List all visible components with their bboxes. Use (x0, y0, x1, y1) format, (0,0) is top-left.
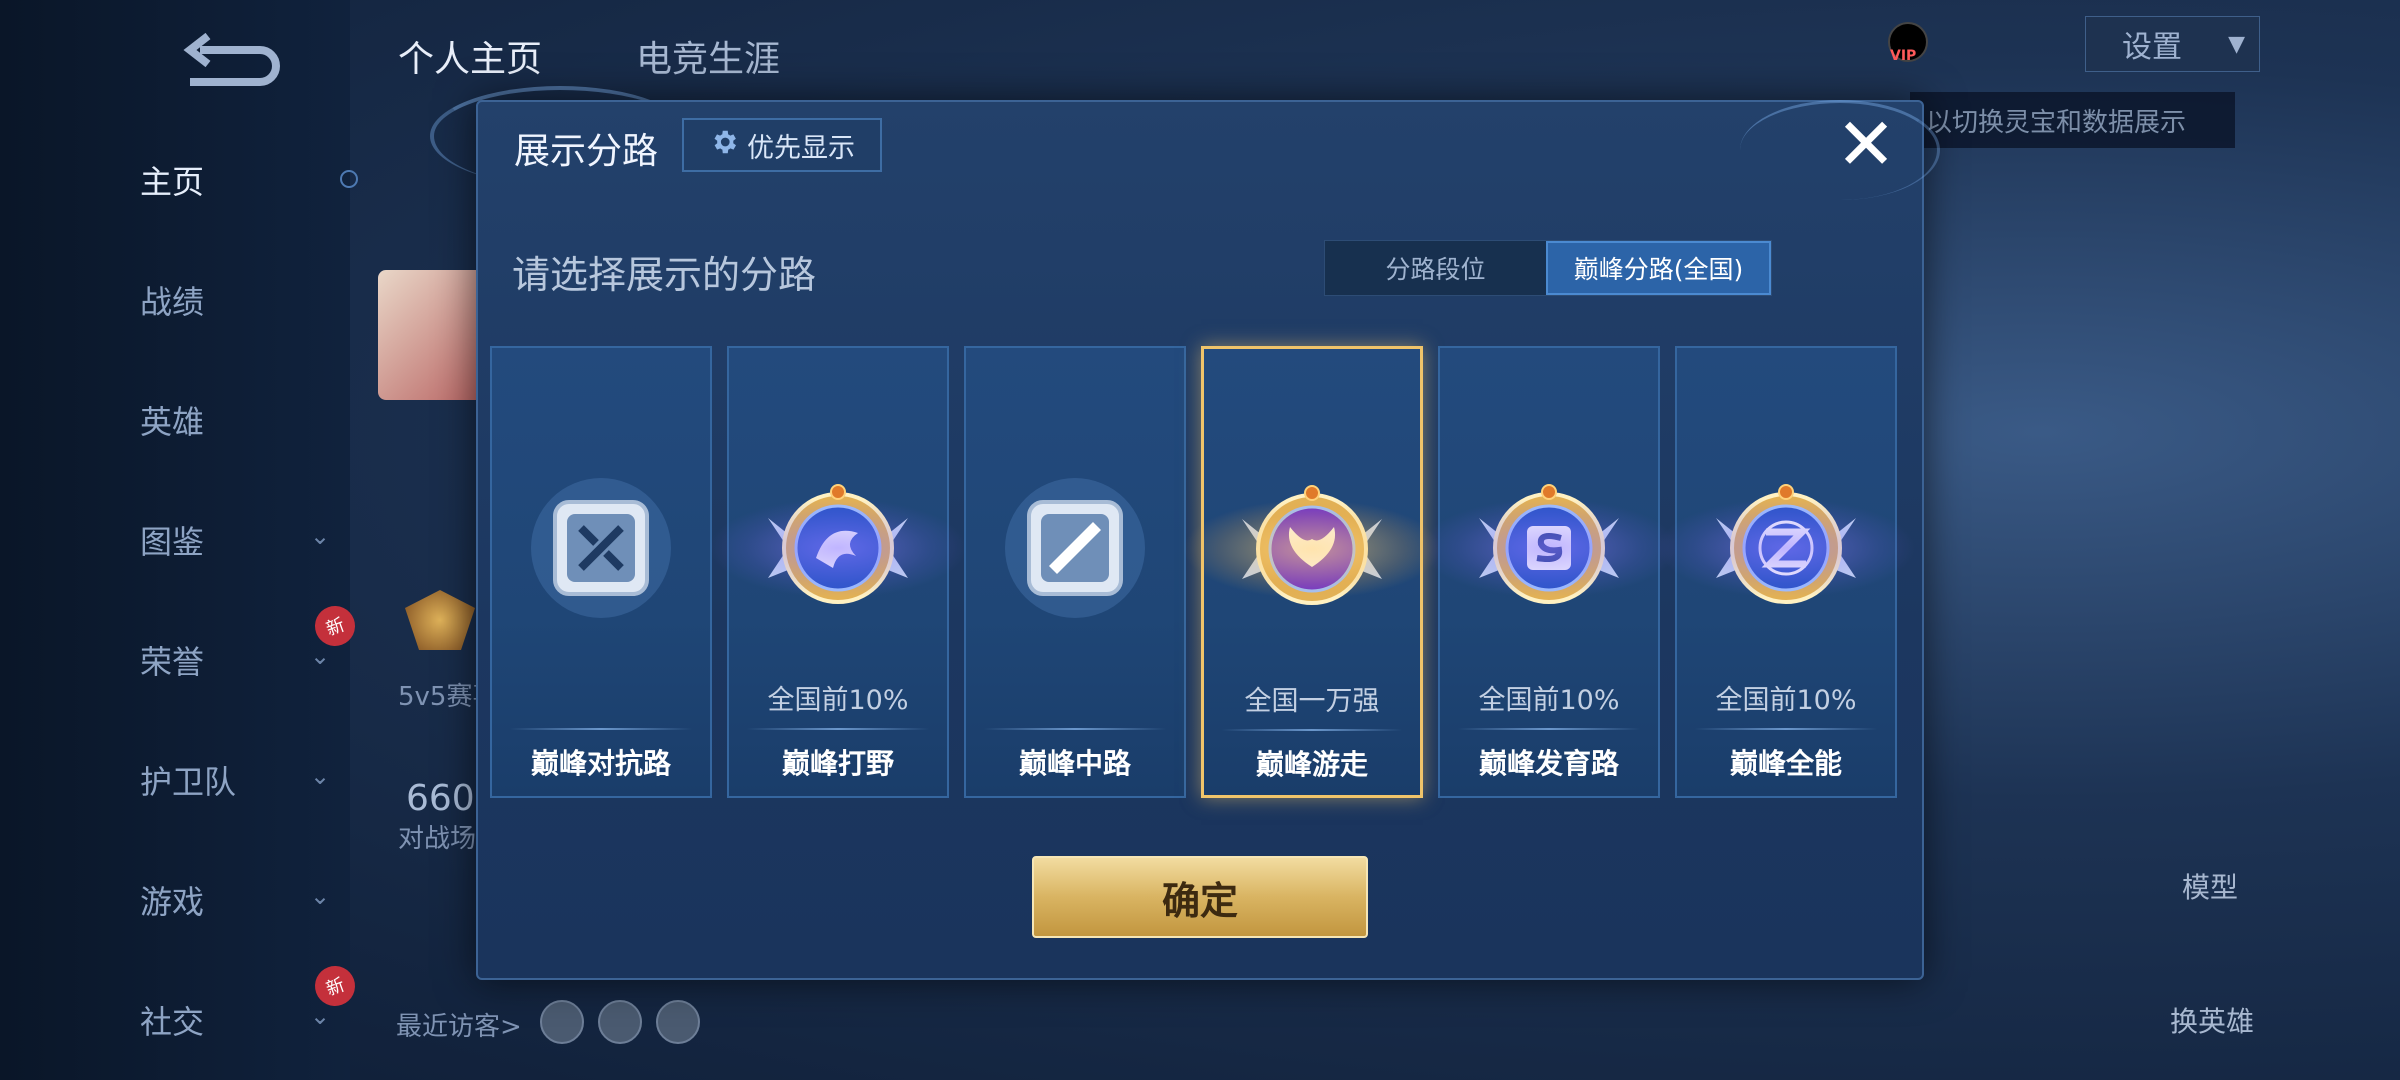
sidebar-item-label: 图鉴 (140, 523, 205, 561)
chevron-down-icon: ⌄ (310, 882, 331, 910)
season-crest-icon (405, 590, 475, 650)
vip-label: VIP (1890, 48, 1917, 64)
divider (1458, 728, 1640, 730)
sidebar-item-label: 战绩 (140, 283, 205, 321)
sidebar-item-label: 荣誉 (140, 643, 205, 681)
sidebar-item-7[interactable]: 社交 ⌄ 新 (140, 960, 361, 1050)
tab-lane-rank[interactable]: 分路段位 (1325, 241, 1546, 295)
dragon-jungle-icon (708, 468, 968, 628)
chevron-down-icon: ⌄ (310, 642, 331, 670)
gear-icon (709, 127, 739, 164)
sidebar-item-label: 护卫队 (140, 763, 237, 801)
chevron-down-icon: ⌄ (310, 1002, 331, 1030)
lane-card[interactable]: 全国一万强 巅峰游走 (1182, 346, 1442, 798)
lane-display-dialog: 展示分路 优先显示 ✕ 请选择展示的分路 分路段位 巅峰分路(全国) 巅峰对抗路… (476, 100, 1924, 980)
dialog-swirl-decoration (1740, 100, 1940, 200)
priority-display-label: 优先显示 (747, 132, 855, 164)
chevron-down-icon: ⌄ (310, 762, 331, 790)
lane-name: 巅峰全能 (1729, 747, 1842, 780)
model-button[interactable]: 模型 (2182, 866, 2238, 906)
chevron-down-icon: ⌄ (310, 522, 331, 550)
visitor-avatar[interactable] (656, 1000, 700, 1044)
sidebar-item-4[interactable]: 荣誉 ⌄ 新 (140, 600, 361, 690)
tab-personal-home[interactable]: 个人主页 (398, 30, 542, 82)
dialog-title: 展示分路 (514, 131, 659, 172)
lane-name: 巅峰中路 (1018, 747, 1131, 780)
rank-type-segmented-control: 分路段位 巅峰分路(全国) (1324, 240, 1772, 296)
sidebar-item-3[interactable]: 图鉴 ⌄ (140, 510, 340, 570)
lane-card[interactable]: 全国前10% 巅峰打野 (708, 346, 968, 798)
lane-name: 巅峰游走 (1255, 748, 1368, 781)
priority-display-button[interactable]: 优先显示 (682, 118, 882, 172)
sidebar: 主页 战绩 英雄 图鉴 ⌄ 荣誉 ⌄ 新护卫队 ⌄ 游戏 ⌄ 社交 ⌄ 新 (0, 0, 361, 1080)
badge-glow (1182, 499, 1442, 599)
sidebar-item-5[interactable]: 护卫队 ⌄ (140, 750, 340, 810)
badge-glow (1656, 498, 1916, 598)
lane-rank: 全国一万强 (1244, 686, 1380, 717)
mid-lane-slash-icon (975, 468, 1175, 628)
sword-cross-icon (501, 468, 701, 628)
lane-card[interactable]: 全国前10% 巅峰全能 (1656, 346, 1916, 798)
back-button[interactable] (180, 30, 280, 86)
lane-name: 巅峰对抗路 (530, 747, 671, 780)
sidebar-item-label: 英雄 (140, 403, 205, 441)
change-hero-button[interactable]: 换英雄 (2170, 1000, 2254, 1040)
divider (1695, 728, 1877, 730)
hint-tooltip: 以切换灵宝和数据展示 (1910, 92, 2235, 148)
lane-rank: 全国前10% (1478, 685, 1620, 716)
sidebar-item-label: 主页 (140, 163, 205, 201)
divider (747, 728, 929, 730)
wings-support-icon (1182, 469, 1442, 629)
sidebar-item-label: 游戏 (140, 883, 205, 921)
badge-glow (1419, 498, 1679, 598)
badge-glow (708, 498, 968, 598)
sidebar-item-2[interactable]: 英雄 (140, 390, 340, 450)
tab-peak-lane-national[interactable]: 巅峰分路(全国) (1546, 241, 1771, 295)
divider (984, 728, 1166, 730)
lane-card[interactable]: 巅峰中路 (964, 346, 1186, 798)
sidebar-item-6[interactable]: 游戏 ⌄ (140, 870, 340, 930)
lane-rank: 全国前10% (767, 685, 909, 716)
visitor-avatar[interactable] (540, 1000, 584, 1044)
allround-z-icon (1656, 468, 1916, 628)
confirm-button[interactable]: 确定 (1032, 856, 1368, 938)
battle-label: 对战场 (398, 824, 477, 854)
chevron-down-icon: ▼ (2228, 31, 2245, 57)
divider (510, 728, 692, 730)
lane-rank: 全国前10% (1715, 685, 1857, 716)
divider (1222, 729, 1402, 731)
visitor-avatar[interactable] (598, 1000, 642, 1044)
sidebar-item-0[interactable]: 主页 (140, 150, 340, 210)
recent-visitors-link[interactable]: 最近访客> (396, 1006, 522, 1043)
tab-esports-career[interactable]: 电竞生涯 (636, 30, 780, 82)
dialog-prompt: 请选择展示的分路 (512, 253, 817, 297)
sidebar-item-label: 社交 (140, 1003, 205, 1041)
back-arrow-icon (183, 32, 280, 86)
lane-card[interactable]: 巅峰对抗路 (490, 346, 712, 798)
lane-name: 巅峰打野 (781, 747, 894, 780)
sidebar-item-1[interactable]: 战绩 (140, 270, 340, 330)
marksman-s-icon (1419, 468, 1679, 628)
settings-label: 设置 (2122, 30, 2182, 65)
settings-dropdown[interactable]: 设置 ▼ (2085, 16, 2260, 72)
active-nav-marker (340, 170, 358, 188)
lane-name: 巅峰发育路 (1478, 747, 1619, 780)
lane-card[interactable]: 全国前10% 巅峰发育路 (1419, 346, 1679, 798)
